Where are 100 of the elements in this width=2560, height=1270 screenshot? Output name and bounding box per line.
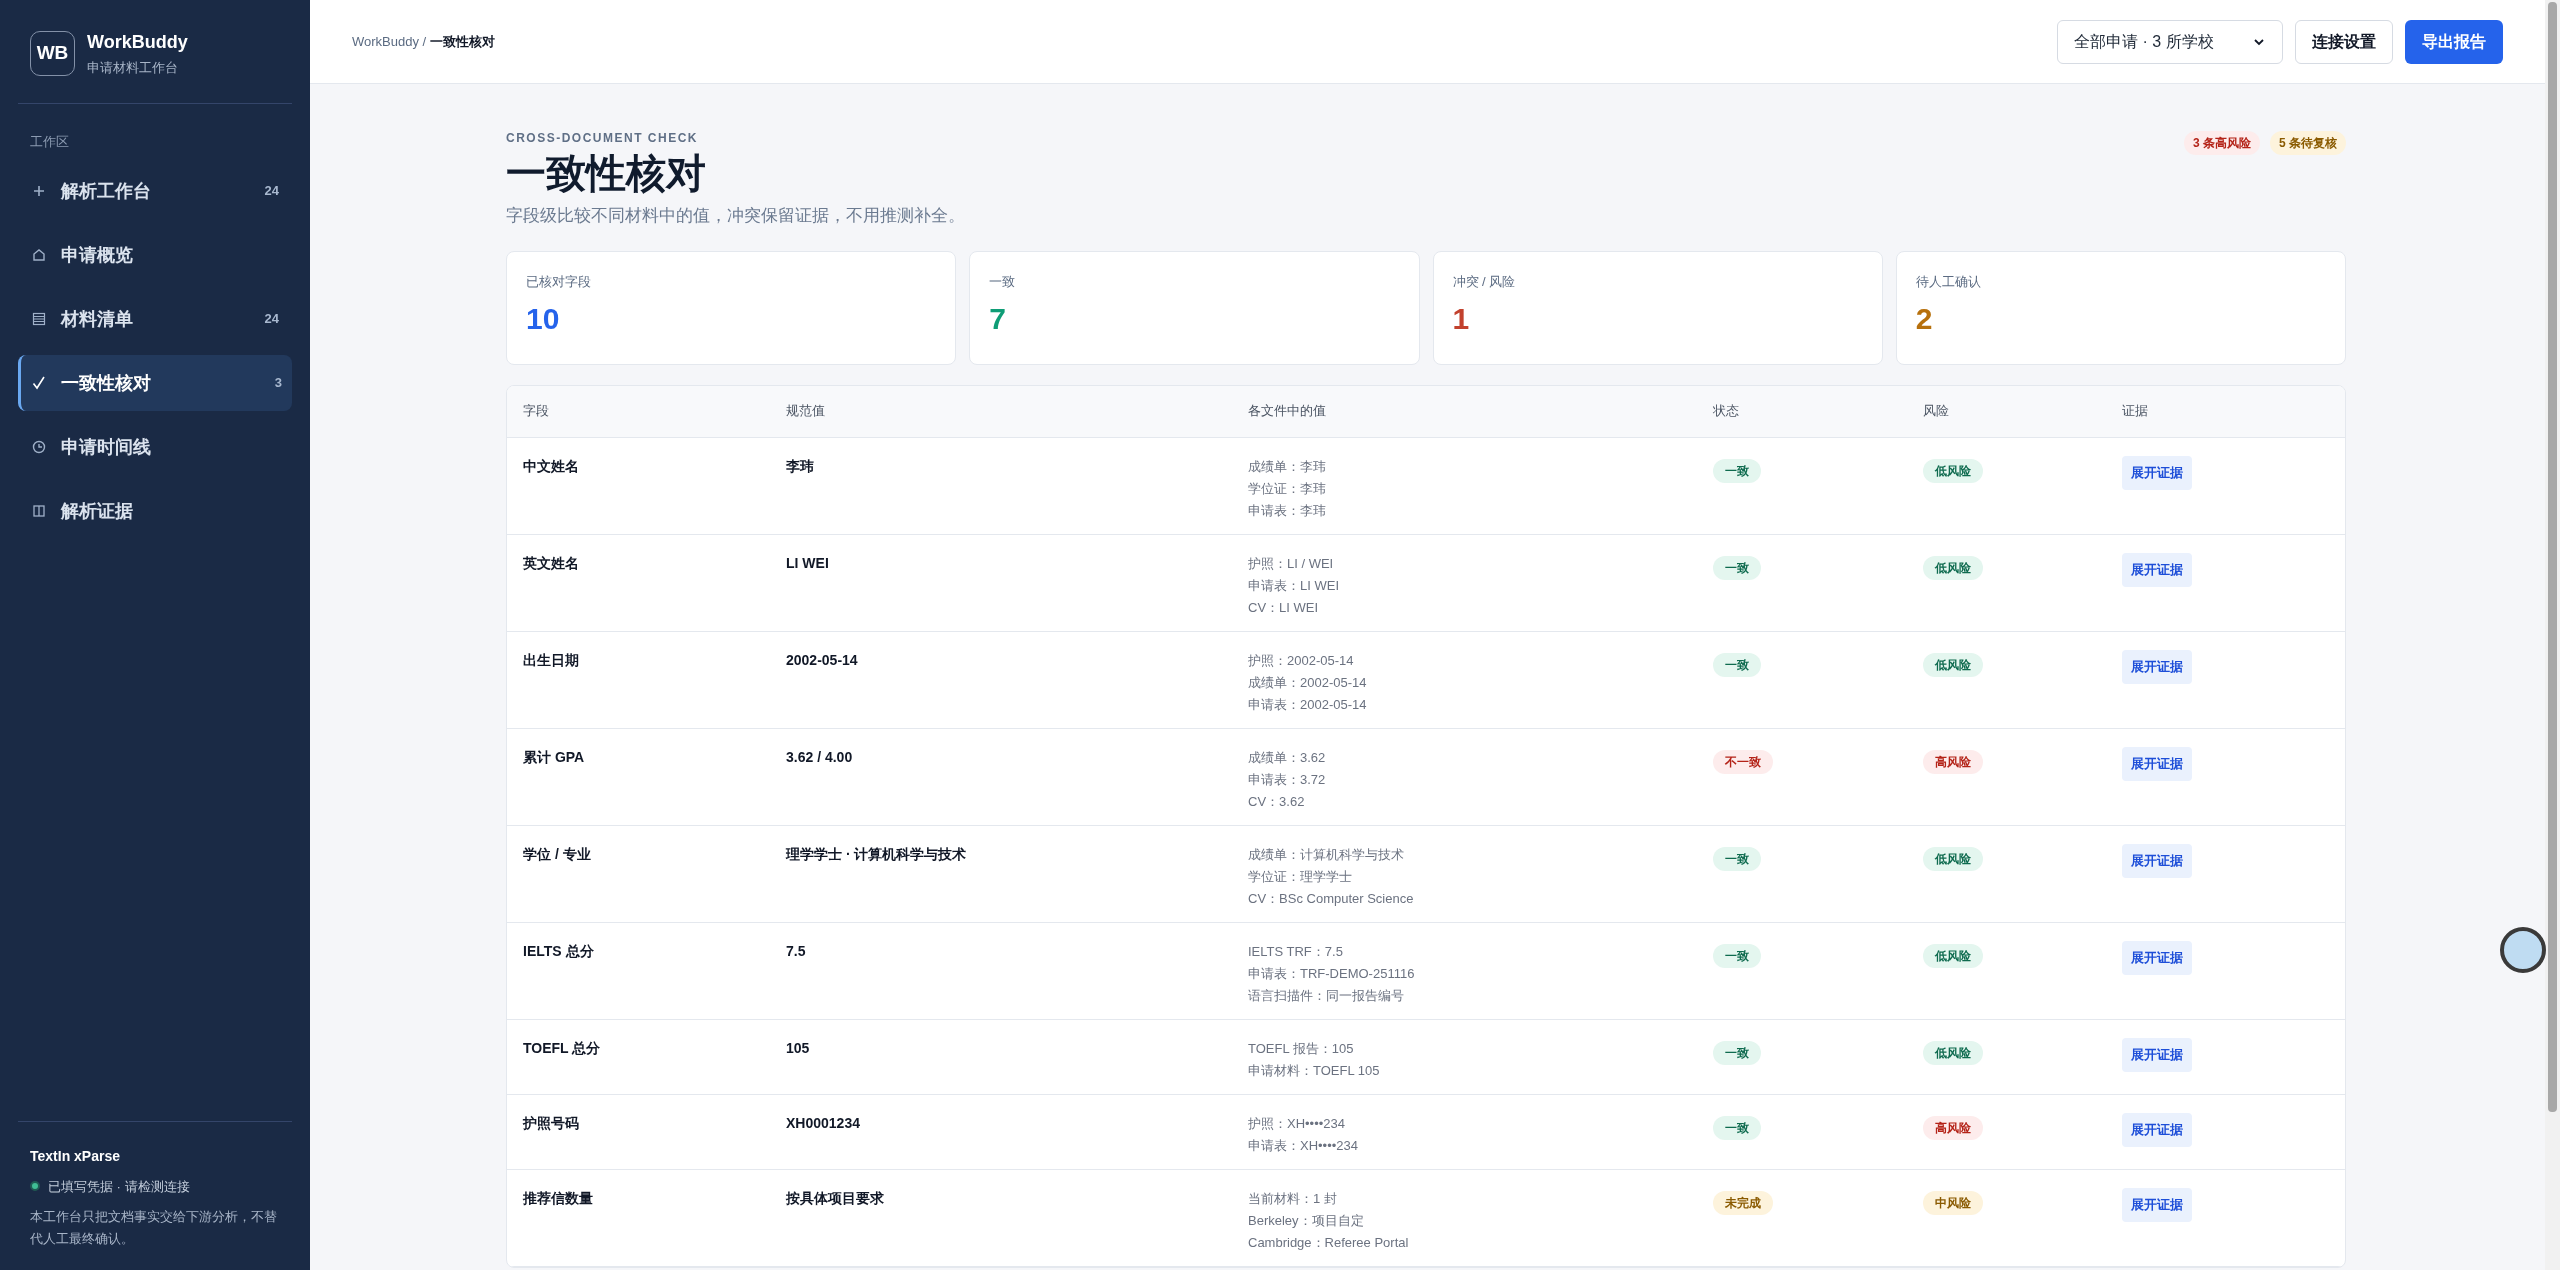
nav-label: 解析证据 xyxy=(61,499,134,523)
app-subtitle: 申请材料工作台 xyxy=(87,59,179,77)
document-value: 成绩单：李玮 xyxy=(1248,457,1327,476)
status-badge: 一致 xyxy=(1713,1040,1761,1065)
expand-evidence-button[interactable]: 展开证据 xyxy=(2122,1037,2192,1072)
eyebrow-label: CROSS-DOCUMENT CHECK xyxy=(506,130,699,147)
status-badge: 一致 xyxy=(1713,458,1761,483)
status-badge: 一致 xyxy=(1713,652,1761,677)
document-value: 申请材料：TOEFL 105 xyxy=(1248,1061,1381,1080)
expand-evidence-button[interactable]: 展开证据 xyxy=(2122,455,2192,490)
column-header: 字段 xyxy=(522,402,550,421)
breadcrumb-current: 一致性核对 xyxy=(430,32,496,51)
canonical-value: 理学学士 · 计算机科学与技术 xyxy=(784,844,968,864)
risk-badge: 低风险 xyxy=(1923,652,1983,677)
column-header: 各文件中的值 xyxy=(1247,402,1327,421)
stat-value: 10 xyxy=(526,301,561,337)
document-value: CV：BSc Computer Science xyxy=(1248,889,1415,908)
column-header: 规范值 xyxy=(785,402,826,421)
section-label: 工作区 xyxy=(29,132,70,151)
nav-label: 解析工作台 xyxy=(61,179,152,203)
canonical-value: 按具体项目要求 xyxy=(785,1188,885,1208)
risk-badge: 低风险 xyxy=(1923,555,1983,580)
clock-icon xyxy=(31,439,47,455)
canonical-value: 7.5 xyxy=(785,941,807,961)
stat-label: 一致 xyxy=(989,272,1017,291)
document-value: Berkeley：项目自定 xyxy=(1248,1211,1365,1230)
check-icon xyxy=(31,375,47,391)
expand-evidence-button[interactable]: 展开证据 xyxy=(2122,746,2192,781)
risk-badge: 高风险 xyxy=(1923,1115,1983,1140)
expand-evidence-button[interactable]: 展开证据 xyxy=(2122,649,2192,684)
document-value: CV：3.62 xyxy=(1248,792,1306,811)
stat-value: 2 xyxy=(1915,301,1934,337)
document-value: 申请表：XH••••234 xyxy=(1248,1136,1359,1155)
item-count: 24 xyxy=(264,310,279,329)
field-name: 英文姓名 xyxy=(522,553,580,573)
nav-label: 一致性核对 xyxy=(61,371,152,395)
canonical-value: 2002-05-14 xyxy=(785,650,859,670)
nav-item[interactable]: 解析证据 xyxy=(18,483,292,539)
document-value: Cambridge：Referee Portal xyxy=(1248,1233,1410,1252)
connection-status: 已填写凭据 · 请检测连接 xyxy=(48,1177,190,1196)
document-value: 成绩单：3.62 xyxy=(1248,748,1327,767)
expand-evidence-button[interactable]: 展开证据 xyxy=(2122,843,2192,878)
nav-label: 申请概览 xyxy=(61,243,134,267)
stat-value: 1 xyxy=(1452,301,1471,337)
document-value: 成绩单：计算机科学与技术 xyxy=(1248,845,1405,864)
expand-evidence-button[interactable]: 展开证据 xyxy=(2122,552,2192,587)
document-value: 申请表：3.72 xyxy=(1248,770,1327,789)
page-subtitle: 字段级比较不同材料中的值，冲突保留证据，不用推测补全。 xyxy=(506,205,965,227)
breadcrumb-link[interactable]: WorkBuddy / xyxy=(352,31,427,52)
column-header: 状态 xyxy=(1712,402,1740,421)
canonical-value: 李玮 xyxy=(785,456,815,476)
integration-title: TextIn xParse xyxy=(30,1146,121,1166)
document-value: 申请表：TRF-DEMO-251116 xyxy=(1248,964,1416,983)
nav-item[interactable]: 申请时间线 xyxy=(18,419,292,475)
risk-badge: 低风险 xyxy=(1923,846,1983,871)
document-value: 申请表：李玮 xyxy=(1248,501,1327,520)
risk-badge: 低风险 xyxy=(1923,943,1983,968)
export-button[interactable]: 导出报告 xyxy=(2405,19,2503,64)
item-count: 3 xyxy=(274,374,282,393)
document-value: IELTS TRF：7.5 xyxy=(1248,942,1344,961)
logo: WB xyxy=(30,30,75,76)
canonical-value: 3.62 / 4.00 xyxy=(785,747,854,767)
nav-item[interactable]: 一致性核对 3 xyxy=(18,355,292,411)
document-value: 护照：2002-05-14 xyxy=(1248,651,1355,670)
document-value: 护照：XH••••234 xyxy=(1248,1114,1346,1133)
expand-evidence-button[interactable]: 展开证据 xyxy=(2122,1187,2192,1222)
field-name: 累计 GPA xyxy=(522,747,586,767)
scope-select[interactable]: 全部申请 · 3 所学校 xyxy=(2057,19,2283,64)
risk-badge: 高风险 xyxy=(1923,749,1983,774)
nav-item[interactable]: 材料清单 24 xyxy=(18,291,292,347)
footer-note: 本工作台只把文档事实交给下游分析，不替代人工最终确认。 xyxy=(30,1208,278,1248)
nav-item[interactable]: 解析工作台 24 xyxy=(18,163,292,219)
stat-label: 待人工确认 xyxy=(1915,272,1982,291)
canonical-value: XH0001234 xyxy=(785,1113,861,1133)
list-icon xyxy=(31,311,47,327)
risk-tag: 3 条高风险 xyxy=(2183,131,2260,155)
document-value: 当前材料：1 封 xyxy=(1248,1189,1338,1208)
field-name: 中文姓名 xyxy=(522,456,580,476)
field-name: 推荐信数量 xyxy=(522,1188,594,1208)
status-badge: 一致 xyxy=(1713,943,1761,968)
settings-button[interactable]: 连接设置 xyxy=(2295,19,2393,64)
document-value: 申请表：2002-05-14 xyxy=(1248,695,1368,714)
status-badge: 一致 xyxy=(1713,1115,1761,1140)
field-name: 学位 / 专业 xyxy=(522,844,592,864)
column-header: 风险 xyxy=(1922,402,1950,421)
expand-evidence-button[interactable]: 展开证据 xyxy=(2122,940,2192,975)
risk-badge: 低风险 xyxy=(1923,1040,1983,1065)
field-name: 出生日期 xyxy=(522,650,580,670)
document-value: 学位证：理学学士 xyxy=(1248,867,1353,886)
nav-item[interactable]: 申请概览 xyxy=(18,227,292,283)
document-value: 护照：LI / WEI xyxy=(1248,554,1335,573)
document-value: CV：LI WEI xyxy=(1248,598,1320,617)
field-name: IELTS 总分 xyxy=(522,941,595,961)
document-value: 成绩单：2002-05-14 xyxy=(1248,673,1368,692)
field-name: TOEFL 总分 xyxy=(522,1038,602,1058)
status-badge: 不一致 xyxy=(1713,749,1773,774)
home-icon xyxy=(31,247,47,263)
expand-evidence-button[interactable]: 展开证据 xyxy=(2122,1112,2192,1147)
risk-badge: 中风险 xyxy=(1923,1190,1983,1215)
field-name: 护照号码 xyxy=(521,1113,580,1133)
